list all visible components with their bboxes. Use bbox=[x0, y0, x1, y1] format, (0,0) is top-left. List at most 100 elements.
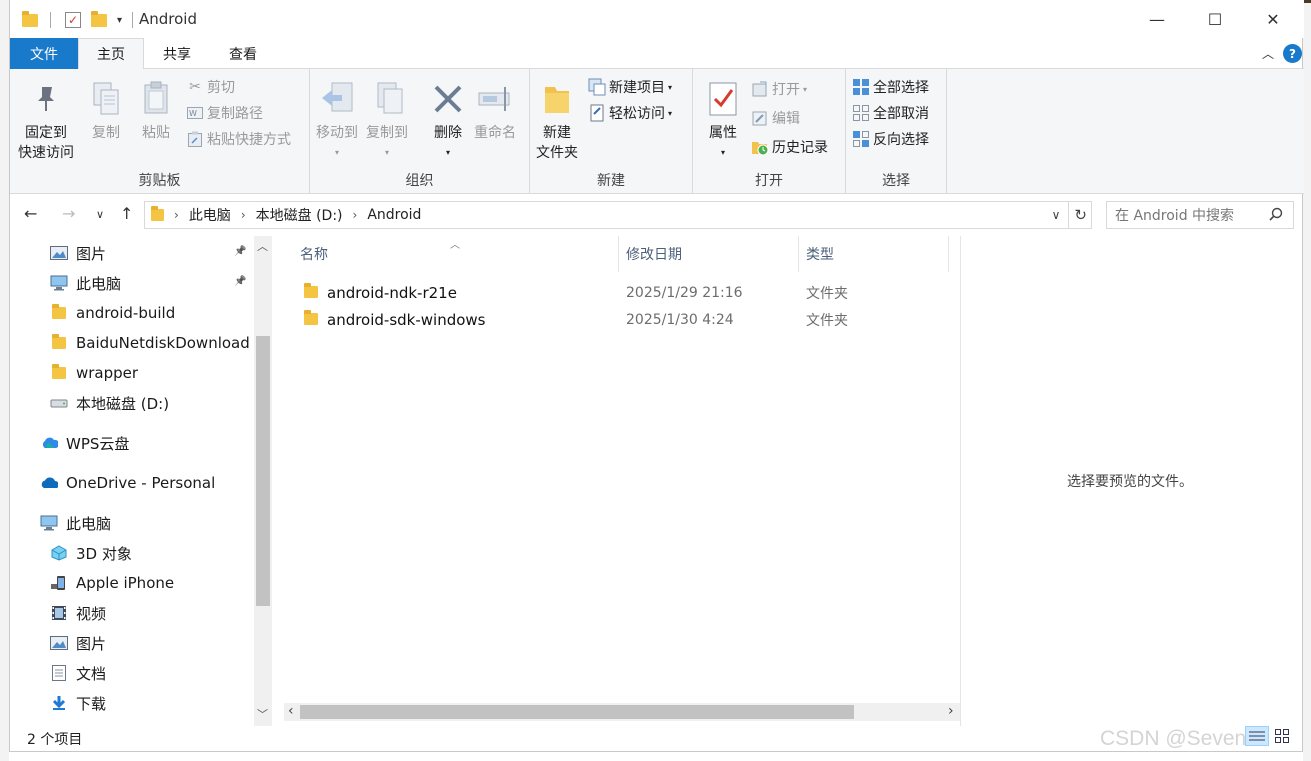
ribbon-tabs: 文件 主页 共享 查看 ︿ ? bbox=[10, 38, 1304, 70]
scroll-down-arrow-icon[interactable]: ﹀ bbox=[257, 706, 268, 722]
move-to-button[interactable]: 移动到 ▾ bbox=[316, 79, 358, 163]
tab-view[interactable]: 查看 bbox=[210, 38, 276, 69]
close-button[interactable]: ✕ bbox=[1244, 0, 1302, 38]
delete-button[interactable]: 删除 ▾ bbox=[430, 79, 466, 163]
table-row[interactable]: android-ndk-r21e 2025/1/29 21:16 文件夹 bbox=[294, 280, 954, 306]
file-list: ︿ 名称 修改日期 类型 android-ndk-r21e 2025/1/29 … bbox=[274, 236, 960, 726]
sidebar-item[interactable]: WPS云盘 bbox=[40, 428, 129, 458]
sidebar-item[interactable]: Apple iPhone bbox=[50, 568, 174, 598]
copy-path-button[interactable]: W 复制路径 bbox=[186, 102, 263, 124]
computer-icon bbox=[50, 275, 68, 291]
sidebar-item[interactable]: 本地磁盘 (D:) bbox=[50, 388, 169, 418]
help-button[interactable]: ? bbox=[1283, 44, 1302, 63]
breadcrumb-separator-icon[interactable]: › bbox=[174, 208, 179, 222]
paste-button[interactable]: 粘贴 bbox=[138, 79, 174, 143]
file-list-horizontal-scrollbar[interactable]: ‹ › bbox=[284, 703, 960, 721]
file-date-modified: 2025/1/30 4:24 bbox=[626, 312, 734, 328]
sidebar-item[interactable]: 此电脑 bbox=[50, 268, 121, 298]
column-divider[interactable] bbox=[618, 236, 619, 272]
pictures-icon bbox=[50, 635, 68, 651]
column-header-type[interactable]: 类型 bbox=[806, 236, 834, 272]
breadcrumb-separator-icon[interactable]: › bbox=[241, 208, 246, 222]
collapse-ribbon-icon[interactable]: ︿ bbox=[1262, 45, 1274, 62]
up-arrow-icon[interactable]: ↑ bbox=[120, 204, 133, 223]
column-divider[interactable] bbox=[948, 236, 949, 272]
properties-button[interactable]: 属性 ▾ bbox=[705, 79, 741, 163]
sidebar-item[interactable]: 图片 bbox=[50, 628, 106, 658]
breadcrumb-android[interactable]: Android bbox=[367, 207, 421, 223]
details-view-button[interactable] bbox=[1245, 726, 1269, 746]
cut-button[interactable]: ✂ 剪切 bbox=[186, 76, 235, 98]
address-bar[interactable]: › 此电脑 › 本地磁盘 (D:) › Android ∨ ↻ bbox=[144, 201, 1092, 229]
rename-button[interactable]: 重命名 bbox=[474, 79, 516, 143]
column-divider[interactable] bbox=[798, 236, 799, 272]
scroll-left-arrow-icon[interactable]: ‹ bbox=[288, 703, 294, 719]
pinned-icon[interactable]: 📌 bbox=[234, 246, 246, 257]
navigation-scroll-thumb[interactable] bbox=[256, 336, 270, 606]
new-item-button[interactable]: 新建项目 ▾ bbox=[588, 76, 672, 98]
horizontal-scroll-thumb[interactable] bbox=[300, 705, 854, 719]
breadcrumb-local-disk-d[interactable]: 本地磁盘 (D:) bbox=[256, 205, 343, 225]
column-header-name[interactable]: 名称 bbox=[300, 236, 328, 272]
cloud-icon bbox=[40, 435, 58, 451]
column-header-date-modified[interactable]: 修改日期 bbox=[626, 236, 682, 272]
search-box[interactable]: 在 Android 中搜索 bbox=[1106, 201, 1294, 229]
sidebar-item[interactable]: 视频 bbox=[50, 598, 106, 628]
tab-file[interactable]: 文件 bbox=[10, 38, 78, 69]
sidebar-item-label: wrapper bbox=[76, 364, 139, 382]
tab-home[interactable]: 主页 bbox=[78, 38, 144, 70]
new-folder-button[interactable]: 新建 文件夹 bbox=[536, 79, 578, 163]
sidebar-item[interactable]: wrapper bbox=[50, 358, 138, 388]
navigation-pane-scrollbar[interactable]: ︿ ﹀ bbox=[254, 236, 272, 726]
edit-button[interactable]: 编辑 bbox=[751, 107, 800, 129]
sidebar-item[interactable]: android-build bbox=[50, 298, 175, 328]
maximize-button[interactable]: ☐ bbox=[1186, 0, 1244, 38]
scroll-right-arrow-icon[interactable]: › bbox=[948, 703, 954, 719]
back-arrow-icon[interactable]: ← bbox=[24, 204, 37, 223]
sidebar-item[interactable]: 下载 bbox=[50, 688, 106, 718]
history-button[interactable]: 历史记录 bbox=[751, 136, 828, 158]
properties-quick-icon[interactable]: ✓ bbox=[65, 12, 81, 28]
customize-quick-access-icon[interactable]: ▾ bbox=[117, 15, 122, 26]
sidebar-item[interactable]: 此电脑 bbox=[40, 508, 111, 538]
search-input[interactable]: 在 Android 中搜索 bbox=[1115, 205, 1234, 225]
ribbon-group-select: 全部选择 全部取消 反向选择 选择 bbox=[846, 69, 947, 194]
open-button[interactable]: 打开 ▾ bbox=[751, 78, 807, 100]
copy-to-icon bbox=[369, 79, 405, 119]
preview-pane: 选择要预览的文件。 bbox=[960, 236, 1303, 726]
sidebar-item[interactable]: 图片 bbox=[50, 238, 106, 268]
new-item-label: 新建项目 bbox=[609, 80, 665, 96]
table-row[interactable]: android-sdk-windows 2025/1/30 4:24 文件夹 bbox=[294, 307, 954, 333]
sidebar-item[interactable]: OneDrive - Personal bbox=[40, 468, 215, 498]
minimize-button[interactable]: — bbox=[1128, 0, 1186, 38]
refresh-icon[interactable]: ↻ bbox=[1074, 206, 1087, 224]
large-icons-view-button[interactable] bbox=[1270, 726, 1294, 746]
easy-access-button[interactable]: 轻松访问 ▾ bbox=[588, 102, 672, 124]
paste-shortcut-button[interactable]: 粘贴快捷方式 bbox=[186, 128, 291, 150]
sidebar-item[interactable]: 3D 对象 bbox=[50, 538, 132, 568]
tab-share[interactable]: 共享 bbox=[144, 38, 210, 69]
select-all-button[interactable]: 全部选择 bbox=[852, 76, 929, 98]
sidebar-item[interactable]: 文档 bbox=[50, 658, 106, 688]
folder-icon bbox=[304, 283, 318, 298]
search-icon[interactable] bbox=[1269, 207, 1283, 221]
recent-locations-chevron-icon[interactable]: ∨ bbox=[96, 208, 104, 221]
breadcrumb-this-pc[interactable]: 此电脑 bbox=[189, 205, 231, 225]
ribbon: 固定到 快速访问 复制 粘贴 ✂ 剪切 W 复制路径 粘贴快捷方式 剪贴板 移动… bbox=[10, 69, 1304, 194]
properties-label: 属性 bbox=[709, 125, 737, 141]
scroll-up-arrow-icon[interactable]: ︿ bbox=[257, 238, 268, 254]
sidebar-item[interactable]: BaiduNetdiskDownload bbox=[50, 328, 250, 358]
copy-button[interactable]: 复制 bbox=[88, 79, 124, 143]
new-folder-quick-icon[interactable] bbox=[91, 10, 107, 27]
address-history-chevron-icon[interactable]: ∨ bbox=[1052, 208, 1061, 222]
sidebar-item-label: android-build bbox=[76, 304, 176, 322]
copy-to-button[interactable]: 复制到 ▾ bbox=[366, 79, 408, 163]
new-folder-label-line1: 新建 bbox=[543, 125, 571, 141]
select-none-label: 全部取消 bbox=[873, 106, 929, 122]
breadcrumb-separator-icon[interactable]: › bbox=[353, 208, 358, 222]
pinned-icon[interactable]: 📌 bbox=[234, 276, 246, 287]
select-none-button[interactable]: 全部取消 bbox=[852, 102, 929, 124]
pin-to-quick-access-button[interactable]: 固定到 快速访问 bbox=[18, 79, 74, 163]
forward-arrow-icon[interactable]: → bbox=[62, 204, 75, 223]
invert-selection-button[interactable]: 反向选择 bbox=[852, 128, 929, 150]
